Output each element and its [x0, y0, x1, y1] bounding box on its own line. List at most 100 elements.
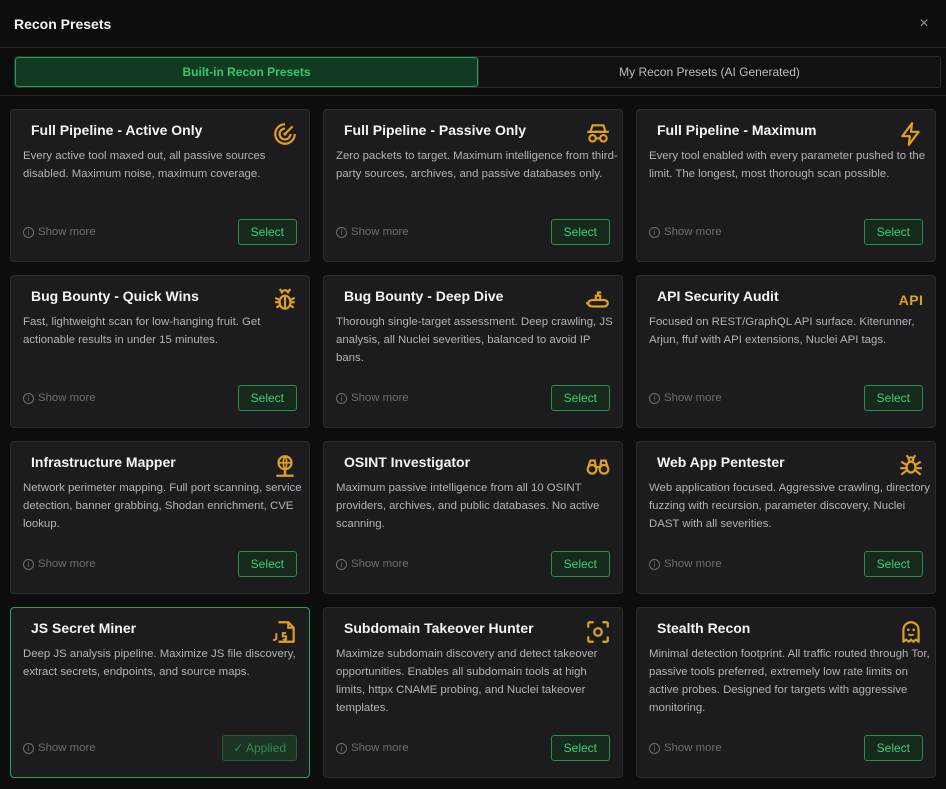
recon-presets-modal: Recon Presets × Built-in Recon Presets M… — [0, 0, 946, 789]
preset-title: JS Secret Miner — [31, 620, 137, 636]
show-more-link[interactable]: i Show more — [649, 558, 722, 570]
api-icon: API — [897, 286, 925, 314]
js-file-icon — [271, 618, 299, 646]
preset-description: Minimal detection footprint. All traffic… — [649, 648, 930, 714]
preset-card-footer: i Show more Select — [336, 551, 610, 577]
preset-card[interactable]: Subdomain Takeover Hunter Maximize subdom… — [323, 607, 623, 778]
preset-description: Fast, lightweight scan for low-hanging f… — [23, 316, 261, 346]
show-more-label: Show more — [38, 558, 96, 570]
preset-card-footer: i Show more Select — [649, 551, 923, 577]
show-more-label: Show more — [351, 392, 409, 404]
show-more-link[interactable]: i Show more — [336, 558, 409, 570]
info-icon: i — [649, 226, 660, 238]
info-icon: i — [649, 392, 660, 404]
binoculars-icon — [584, 452, 612, 480]
preset-card[interactable]: Full Pipeline - Active Only Every active … — [10, 109, 310, 262]
preset-card[interactable]: Full Pipeline - Maximum Every tool enable… — [636, 109, 936, 262]
show-more-link[interactable]: i Show more — [336, 226, 409, 238]
bug-icon — [271, 286, 299, 314]
preset-card[interactable]: Bug Bounty - Quick Wins Fast, lightweight… — [10, 275, 310, 428]
preset-description: Every tool enabled with every parameter … — [649, 150, 926, 180]
preset-card[interactable]: Full Pipeline - Passive Only Zero packets… — [323, 109, 623, 262]
select-button[interactable]: Select — [550, 735, 610, 761]
incognito-icon — [584, 120, 612, 148]
preset-title: Full Pipeline - Passive Only — [344, 122, 527, 138]
spider-icon — [897, 452, 925, 480]
preset-card-footer: i Show more Select — [23, 551, 297, 577]
show-more-link[interactable]: i Show more — [23, 226, 96, 238]
close-icon[interactable]: × — [914, 15, 934, 33]
show-more-label: Show more — [664, 392, 722, 404]
applied-button: ✓ Applied — [222, 735, 297, 761]
scan-focus-icon — [584, 618, 612, 646]
show-more-link[interactable]: i Show more — [336, 392, 409, 404]
ghost-icon — [897, 618, 925, 646]
modal-title: Recon Presets — [14, 15, 112, 32]
show-more-label: Show more — [664, 558, 722, 570]
select-button[interactable]: Select — [863, 551, 923, 577]
show-more-link[interactable]: i Show more — [649, 226, 722, 238]
info-icon: i — [336, 392, 347, 404]
preset-card[interactable]: Infrastructure Mapper Network perimeter m… — [10, 441, 310, 594]
show-more-label: Show more — [38, 742, 96, 754]
preset-title: Full Pipeline - Active Only — [31, 122, 203, 138]
preset-description: Zero packets to target. Maximum intellig… — [336, 150, 618, 180]
show-more-link[interactable]: i Show more — [649, 392, 722, 404]
preset-description: Deep JS analysis pipeline. Maximize JS f… — [23, 648, 296, 678]
preset-title: API Security Audit — [657, 288, 779, 304]
show-more-link[interactable]: i Show more — [23, 742, 96, 754]
show-more-link[interactable]: i Show more — [336, 742, 409, 754]
preset-card[interactable]: OSINT Investigator Maximum passive intell… — [323, 441, 623, 594]
preset-card[interactable]: Web App Pentester Web application focused… — [636, 441, 936, 594]
show-more-label: Show more — [351, 742, 409, 754]
preset-card-footer: i Show more Select — [649, 219, 923, 245]
preset-card[interactable]: JS Secret Miner Deep JS analysis pipeline… — [10, 607, 310, 778]
select-button[interactable]: Select — [550, 551, 610, 577]
select-button[interactable]: Select — [237, 385, 297, 411]
show-more-link[interactable]: i Show more — [649, 742, 722, 754]
tab-built-in-presets[interactable]: Built-in Recon Presets — [15, 57, 478, 87]
preset-card-footer: i Show more Select — [336, 735, 610, 761]
divider — [0, 95, 946, 96]
show-more-label: Show more — [351, 558, 409, 570]
target-radar-icon — [271, 120, 299, 148]
show-more-label: Show more — [664, 742, 722, 754]
submarine-icon — [584, 286, 612, 314]
show-more-label: Show more — [38, 226, 96, 238]
preset-description: Thorough single-target assessment. Deep … — [336, 316, 613, 364]
preset-title: Web App Pentester — [657, 454, 785, 470]
api-icon-text: API — [898, 292, 924, 308]
select-button[interactable]: Select — [863, 219, 923, 245]
select-button[interactable]: Select — [237, 219, 297, 245]
show-more-label: Show more — [38, 392, 96, 404]
preset-description: Network perimeter mapping. Full port sca… — [23, 482, 302, 530]
info-icon: i — [336, 226, 347, 238]
preset-description: Every active tool maxed out, all passive… — [23, 150, 266, 180]
select-button[interactable]: Select — [550, 385, 610, 411]
preset-card[interactable]: Bug Bounty - Deep Dive Thorough single-ta… — [323, 275, 623, 428]
info-icon: i — [23, 226, 34, 238]
info-icon: i — [336, 558, 347, 570]
preset-card-footer: i Show more Select — [23, 385, 297, 411]
select-button[interactable]: Select — [863, 735, 923, 761]
preset-card-footer: i Show more Select — [336, 385, 610, 411]
info-icon: i — [649, 558, 660, 570]
select-button[interactable]: Select — [550, 219, 610, 245]
preset-card[interactable]: API Security Audit API Focused on REST/Gra… — [636, 275, 936, 428]
preset-title: OSINT Investigator — [344, 454, 471, 470]
lightning-icon — [897, 120, 925, 148]
select-button[interactable]: Select — [237, 551, 297, 577]
preset-title: Full Pipeline - Maximum — [657, 122, 817, 138]
network-globe-icon — [271, 452, 299, 480]
preset-title: Bug Bounty - Quick Wins — [31, 288, 199, 304]
preset-title: Stealth Recon — [657, 620, 751, 636]
preset-card-footer: i Show more Select — [649, 385, 923, 411]
preset-description: Maximize subdomain discovery and detect … — [336, 648, 598, 714]
show-more-label: Show more — [664, 226, 722, 238]
show-more-link[interactable]: i Show more — [23, 392, 96, 404]
tab-my-presets[interactable]: My Recon Presets (AI Generated) — [478, 57, 940, 87]
show-more-link[interactable]: i Show more — [23, 558, 96, 570]
preset-card[interactable]: Stealth Recon Minimal detection footprint… — [636, 607, 936, 778]
preset-description: Maximum passive intelligence from all 10… — [336, 482, 600, 530]
select-button[interactable]: Select — [863, 385, 923, 411]
